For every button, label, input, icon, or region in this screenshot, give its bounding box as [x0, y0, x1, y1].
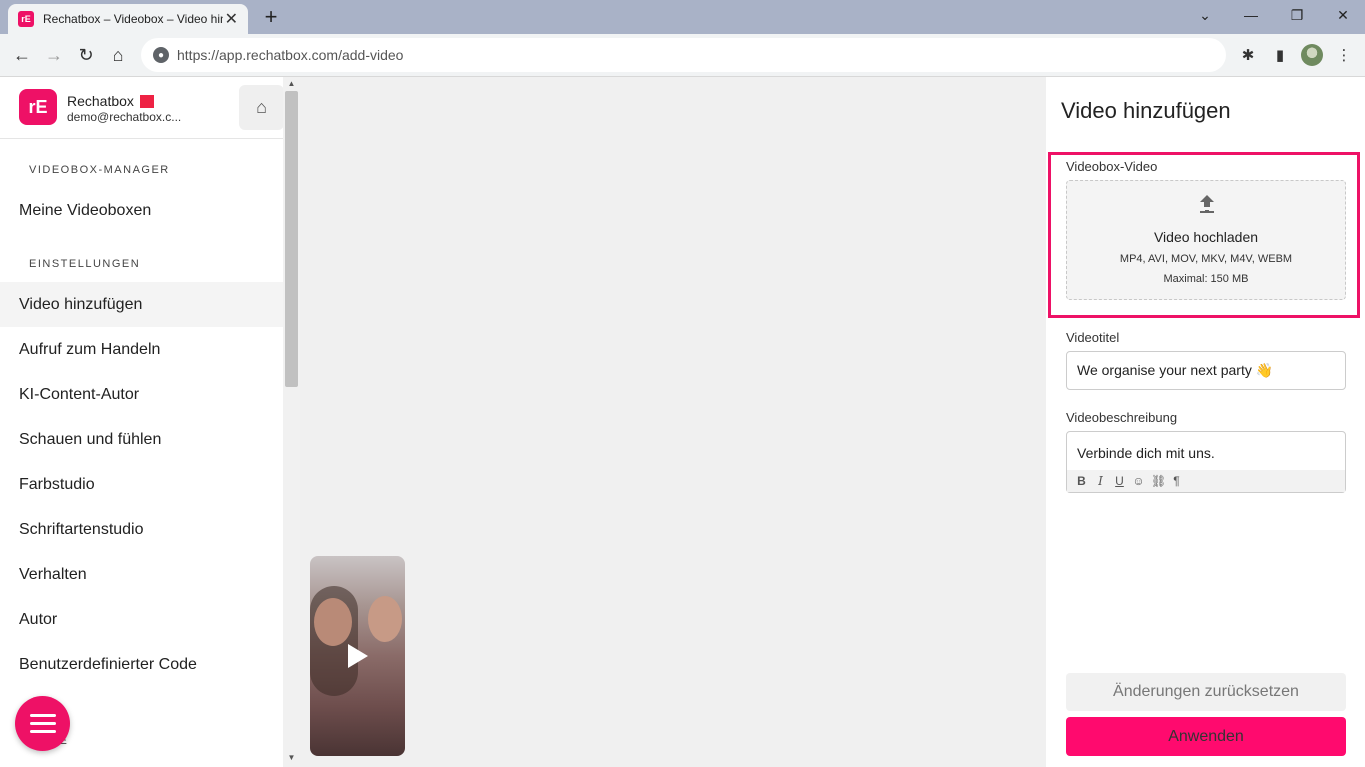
sidebar: rE Rechatbox demo@rechatbox.c... ⌂ VIDEO…: [0, 77, 300, 767]
video-description-text[interactable]: Verbinde dich mit uns.: [1077, 445, 1215, 461]
clear-format-icon[interactable]: ¶: [1170, 474, 1183, 488]
upload-icon: [1200, 195, 1214, 211]
video-title-input[interactable]: We organise your next party 👋: [1066, 351, 1346, 390]
sidebar-item-ki-content-autor[interactable]: KI-Content-Autor: [0, 372, 283, 417]
sidebar-item-aufruf-zum-handeln[interactable]: Aufruf zum Handeln: [0, 327, 283, 372]
thumbnail-face-shape-2: [368, 596, 402, 642]
bold-icon[interactable]: B: [1075, 474, 1088, 488]
sidebar-item-schauen-und-fuehlen[interactable]: Schauen und fühlen: [0, 417, 283, 462]
sidebar-item-video-hinzufuegen[interactable]: Video hinzufügen: [0, 282, 283, 327]
new-tab-button[interactable]: +: [258, 4, 284, 30]
extensions-puzzle-icon[interactable]: ✱: [1236, 43, 1260, 67]
site-info-icon[interactable]: ●: [153, 47, 169, 63]
minimize-button[interactable]: —: [1228, 0, 1274, 30]
close-window-button[interactable]: ✕: [1320, 0, 1365, 30]
preview-area: [300, 77, 1046, 767]
hamburger-menu-icon: [29, 722, 56, 725]
video-description-label: Videobeschreibung: [1066, 410, 1178, 425]
editor-toolbar: B I U ☺ ⛓ ¶: [1067, 470, 1345, 492]
sidebar-item-verhalten[interactable]: Verhalten: [0, 552, 283, 597]
upload-formats: MP4, AVI, MOV, MKV, M4V, WEBM: [1119, 253, 1293, 265]
browser-tab[interactable]: rE Rechatbox – Videobox – Video hinzufüg…: [8, 4, 248, 34]
video-description-editor[interactable]: Verbinde dich mit uns. B I U ☺ ⛓ ¶: [1066, 431, 1346, 493]
sidebar-item-schriftartenstudio[interactable]: Schriftartenstudio: [0, 507, 283, 552]
upload-title: Video hochladen: [1153, 229, 1259, 245]
video-preview-thumbnail[interactable]: [310, 556, 405, 756]
reload-icon[interactable]: ↻: [72, 41, 100, 69]
page-title: Video hinzufügen: [1061, 98, 1231, 123]
brand-name: Rechatbox: [67, 93, 154, 109]
profile-avatar[interactable]: [1301, 44, 1323, 66]
sidebar-item-autor[interactable]: Autor: [0, 597, 283, 642]
video-upload-dropzone[interactable]: Video hochladen MP4, AVI, MOV, MKV, M4V,…: [1066, 180, 1346, 300]
italic-icon[interactable]: I: [1094, 474, 1107, 488]
apply-button[interactable]: Anwenden: [1066, 717, 1346, 756]
underline-icon[interactable]: U: [1113, 474, 1126, 488]
scroll-down-arrow-icon[interactable]: ▼: [287, 753, 296, 762]
sidebar-item-benutzerdefinierter-code[interactable]: Benutzerdefinierter Code: [0, 642, 283, 687]
browser-tab-bar: rE Rechatbox – Videobox – Video hinzufüg…: [0, 0, 1365, 34]
sidebar-nav: VIDEOBOX-MANAGER Meine Videoboxen EINSTE…: [0, 139, 283, 750]
tab-close-icon[interactable]: ✕: [225, 9, 238, 29]
emoji-icon[interactable]: ☺: [1132, 474, 1145, 488]
section-label-einstellungen: EINSTELLUNGEN: [29, 258, 141, 270]
url-text: https://app.rechatbox.com/add-video: [177, 47, 404, 63]
forward-arrow-icon[interactable]: →: [40, 41, 68, 69]
sidebar-item-meine-videoboxen[interactable]: Meine Videoboxen: [0, 188, 283, 233]
brand-name-text: Rechatbox: [67, 93, 134, 109]
sidebar-item-farbstudio[interactable]: Farbstudio: [0, 462, 283, 507]
upload-max-size: Maximal: 150 MB: [1163, 273, 1249, 285]
home-button[interactable]: ⌂: [239, 85, 284, 130]
section-label-videobox-manager: VIDEOBOX-MANAGER: [29, 164, 170, 176]
home-icon[interactable]: ⌂: [104, 41, 132, 69]
rechatbox-favicon-icon: rE: [18, 11, 34, 27]
upload-icon-base: [1200, 211, 1214, 213]
menu-fab-button[interactable]: [15, 696, 70, 751]
scroll-up-arrow-icon[interactable]: ▲: [287, 79, 296, 88]
brand-email: demo@rechatbox.c...: [67, 110, 182, 124]
rechatbox-logo-icon: rE: [19, 89, 57, 125]
browser-toolbar: ← → ↻ ⌂ ● https://app.rechatbox.com/add-…: [0, 34, 1365, 77]
tab-search-icon[interactable]: ⌄: [1182, 0, 1228, 30]
sidebar-scrollbar[interactable]: ▲ ▼: [283, 77, 300, 767]
thumbnail-face-shape: [314, 598, 352, 646]
home-icon: ⌂: [256, 97, 267, 117]
brand-header: rE Rechatbox demo@rechatbox.c... ⌂: [0, 77, 299, 139]
video-title-label: Videotitel: [1066, 330, 1120, 345]
tab-title: Rechatbox – Videobox – Video hinzufügen: [43, 12, 223, 26]
status-flag-icon: [139, 94, 154, 108]
back-arrow-icon[interactable]: ←: [8, 41, 36, 69]
maximize-button[interactable]: ❐: [1274, 0, 1320, 30]
address-bar[interactable]: ● https://app.rechatbox.com/add-video: [141, 38, 1226, 72]
play-icon[interactable]: [348, 644, 368, 668]
link-icon[interactable]: ⛓: [1151, 474, 1166, 488]
menu-kebab-icon[interactable]: ⋮: [1332, 43, 1356, 67]
side-panel-icon[interactable]: ▮: [1268, 43, 1292, 67]
upload-label: Videobox-Video: [1066, 159, 1158, 174]
reset-changes-button[interactable]: Änderungen zurücksetzen: [1066, 673, 1346, 711]
scrollbar-thumb[interactable]: [285, 91, 298, 387]
settings-panel: Video hinzufügen Videobox-Video Video ho…: [1046, 77, 1365, 767]
